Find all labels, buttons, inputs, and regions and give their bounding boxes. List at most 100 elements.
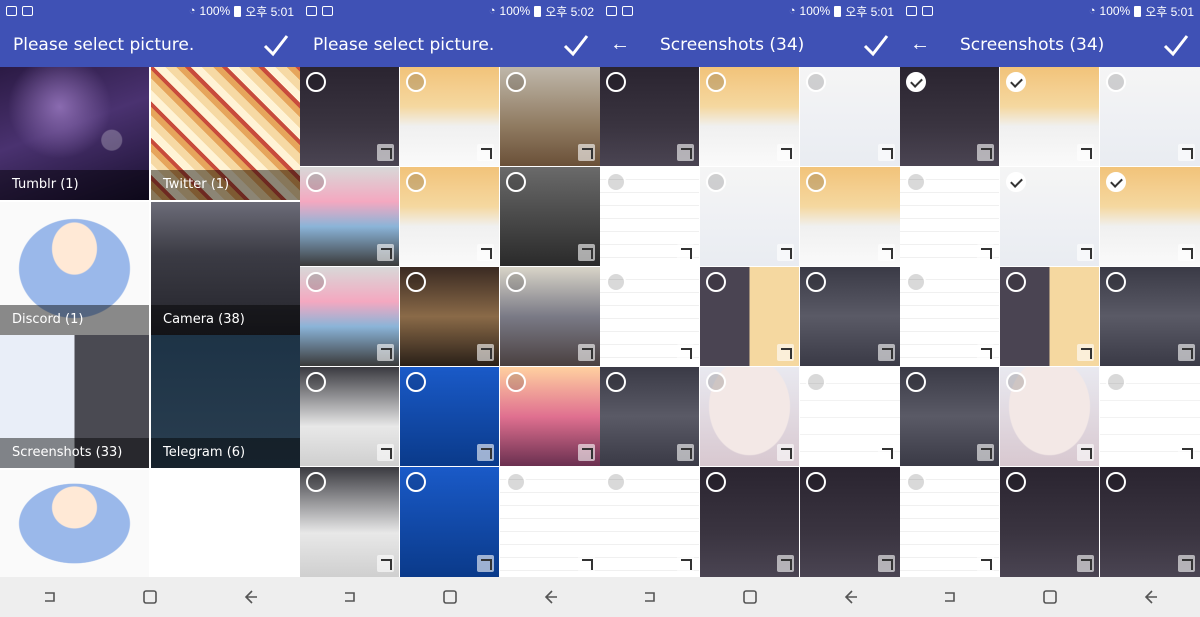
expand-icon[interactable] (1077, 144, 1094, 161)
expand-icon[interactable] (377, 444, 394, 461)
home-icon[interactable] (441, 588, 459, 606)
expand-icon[interactable] (377, 344, 394, 361)
expand-icon[interactable] (578, 444, 595, 461)
expand-icon[interactable] (878, 244, 895, 261)
select-circle[interactable] (306, 72, 326, 92)
photo-cell[interactable] (1100, 67, 1200, 166)
expand-icon[interactable] (677, 144, 694, 161)
expand-icon[interactable] (477, 444, 494, 461)
recent-apps-icon[interactable] (941, 588, 959, 606)
home-icon[interactable] (1041, 588, 1059, 606)
photo-cell[interactable] (300, 167, 399, 266)
expand-icon[interactable] (777, 244, 794, 261)
expand-icon[interactable] (777, 144, 794, 161)
select-circle[interactable] (606, 172, 626, 192)
album-tumblr[interactable]: Tumblr (1) (0, 67, 149, 200)
photo-cell[interactable] (1100, 467, 1200, 577)
photo-cell[interactable] (800, 267, 900, 366)
photo-cell[interactable] (1000, 267, 1099, 366)
expand-icon[interactable] (578, 244, 595, 261)
photo-cell[interactable] (500, 267, 600, 366)
select-circle[interactable] (706, 472, 726, 492)
photo-cell[interactable] (600, 367, 699, 466)
photo-cell[interactable] (900, 267, 999, 366)
select-circle[interactable] (306, 472, 326, 492)
nav-back-icon[interactable] (841, 588, 859, 606)
select-circle[interactable] (706, 372, 726, 392)
photo-cell[interactable] (300, 267, 399, 366)
expand-icon[interactable] (677, 344, 694, 361)
select-circle[interactable] (506, 472, 526, 492)
photo-cell[interactable] (800, 467, 900, 577)
select-circle[interactable] (306, 372, 326, 392)
expand-icon[interactable] (1178, 344, 1195, 361)
recent-apps-icon[interactable] (641, 588, 659, 606)
photo-cell[interactable] (900, 467, 999, 577)
select-circle[interactable] (406, 372, 426, 392)
home-icon[interactable] (741, 588, 759, 606)
photo-cell[interactable] (600, 167, 699, 266)
album-telegram[interactable]: Telegram (6) (151, 335, 300, 468)
expand-icon[interactable] (977, 344, 994, 361)
expand-icon[interactable] (377, 144, 394, 161)
select-circle[interactable] (306, 272, 326, 292)
select-circle[interactable] (806, 372, 826, 392)
expand-icon[interactable] (1178, 144, 1195, 161)
expand-icon[interactable] (1178, 444, 1195, 461)
expand-icon[interactable] (1178, 244, 1195, 261)
nav-back-icon[interactable] (241, 588, 259, 606)
expand-icon[interactable] (677, 555, 694, 572)
expand-icon[interactable] (878, 344, 895, 361)
select-circle[interactable] (606, 72, 626, 92)
expand-icon[interactable] (977, 244, 994, 261)
select-circle[interactable] (806, 472, 826, 492)
select-circle[interactable] (406, 72, 426, 92)
photo-cell[interactable] (500, 367, 600, 466)
photo-cell[interactable] (500, 167, 600, 266)
expand-icon[interactable] (977, 555, 994, 572)
arrow-back-icon[interactable]: ← (900, 22, 940, 67)
check-icon[interactable] (862, 31, 890, 59)
expand-icon[interactable] (477, 344, 494, 361)
select-circle[interactable] (706, 72, 726, 92)
recent-apps-icon[interactable] (341, 588, 359, 606)
photo-cell[interactable] (700, 167, 799, 266)
home-icon[interactable] (141, 588, 159, 606)
photo-cell[interactable] (900, 367, 999, 466)
select-circle[interactable] (506, 272, 526, 292)
photo-cell[interactable] (400, 167, 499, 266)
photo-cell[interactable] (900, 67, 999, 166)
photo-cell[interactable] (1000, 367, 1099, 466)
photo-cell[interactable] (500, 467, 600, 577)
album-twitter[interactable]: Twitter (1) (151, 67, 300, 200)
album-unnamed[interactable] (0, 470, 149, 577)
photo-cell[interactable] (600, 467, 699, 577)
check-icon[interactable] (562, 31, 590, 59)
expand-icon[interactable] (377, 244, 394, 261)
photo-cell[interactable] (600, 67, 699, 166)
photo-cell[interactable] (700, 267, 799, 366)
expand-icon[interactable] (578, 555, 595, 572)
arrow-back-icon[interactable]: ← (600, 22, 640, 67)
select-circle[interactable] (906, 272, 926, 292)
select-circle[interactable] (806, 72, 826, 92)
select-circle[interactable] (506, 72, 526, 92)
select-circle[interactable] (506, 172, 526, 192)
photo-cell[interactable] (400, 67, 499, 166)
photo-cell[interactable] (800, 167, 900, 266)
select-circle[interactable] (1106, 272, 1126, 292)
expand-icon[interactable] (1077, 444, 1094, 461)
select-circle[interactable] (406, 172, 426, 192)
expand-icon[interactable] (878, 555, 895, 572)
select-circle[interactable] (1006, 272, 1026, 292)
photo-cell[interactable] (1000, 467, 1099, 577)
photo-cell[interactable] (300, 367, 399, 466)
check-icon[interactable] (262, 31, 290, 59)
expand-icon[interactable] (677, 244, 694, 261)
expand-icon[interactable] (977, 444, 994, 461)
select-circle[interactable] (706, 272, 726, 292)
select-circle[interactable] (606, 472, 626, 492)
select-circle[interactable] (306, 172, 326, 192)
selected-check-icon[interactable] (1006, 72, 1026, 92)
select-circle[interactable] (406, 272, 426, 292)
